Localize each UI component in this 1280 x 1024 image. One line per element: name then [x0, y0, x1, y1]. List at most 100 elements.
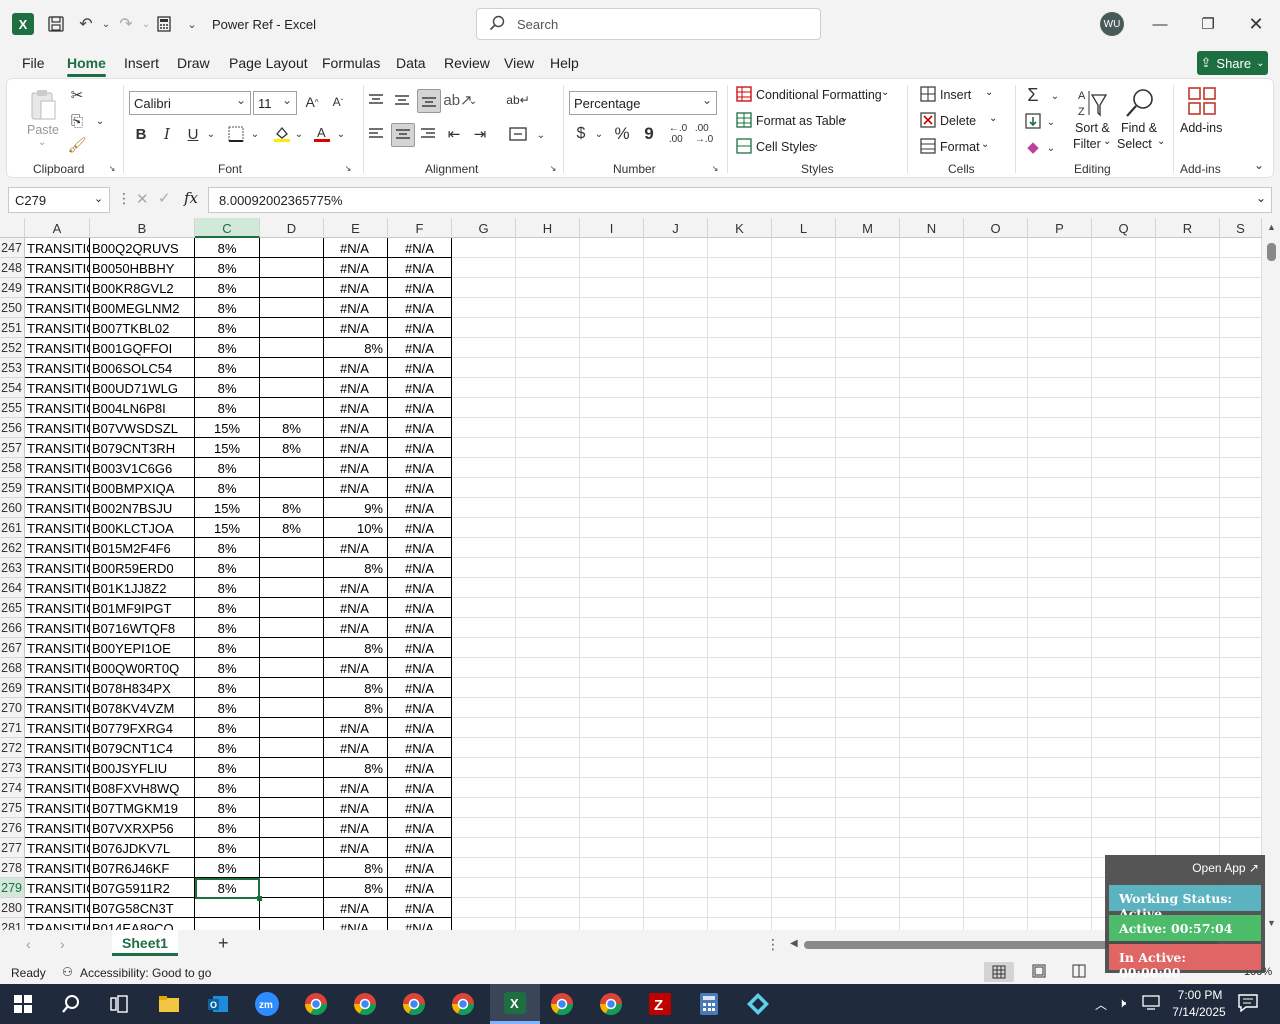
cell-a[interactable]: TRANSITIO	[25, 758, 90, 778]
search-taskbar-icon[interactable]	[52, 988, 90, 1020]
empty-cell[interactable]	[452, 778, 516, 798]
empty-cell[interactable]	[836, 478, 900, 498]
empty-cell[interactable]	[1092, 638, 1156, 658]
cell-a[interactable]: TRANSITIO	[25, 378, 90, 398]
accessibility-status[interactable]: Accessibility: Good to go	[80, 966, 211, 980]
empty-cell[interactable]	[452, 258, 516, 278]
calculator-taskbar-icon[interactable]	[690, 988, 728, 1020]
empty-cell[interactable]	[1220, 798, 1262, 818]
find-select-icon[interactable]	[1123, 85, 1157, 121]
empty-cell[interactable]	[1220, 678, 1262, 698]
empty-cell[interactable]	[1156, 738, 1220, 758]
empty-cell[interactable]	[1028, 498, 1092, 518]
empty-cell[interactable]	[452, 238, 516, 258]
empty-cell[interactable]	[516, 918, 580, 930]
empty-cell[interactable]	[452, 678, 516, 698]
empty-cell[interactable]	[1092, 598, 1156, 618]
empty-cell[interactable]	[772, 618, 836, 638]
empty-cell[interactable]	[1092, 298, 1156, 318]
empty-cell[interactable]	[772, 898, 836, 918]
empty-cell[interactable]	[1156, 578, 1220, 598]
format-painter-icon[interactable]: 🖌	[67, 135, 87, 155]
comma-style-button[interactable]: 9	[639, 123, 659, 145]
cell-d[interactable]	[260, 858, 324, 878]
empty-cell[interactable]	[644, 918, 708, 930]
empty-cell[interactable]	[516, 738, 580, 758]
cell-f[interactable]: #N/A	[388, 398, 452, 418]
cell-e[interactable]: #N/A	[324, 538, 388, 558]
empty-cell[interactable]	[772, 758, 836, 778]
empty-cell[interactable]	[644, 498, 708, 518]
empty-cell[interactable]	[708, 918, 772, 930]
cell-a[interactable]: TRANSITIO	[25, 258, 90, 278]
scroll-up-icon[interactable]: ▲	[1267, 222, 1276, 232]
cell-d[interactable]	[260, 398, 324, 418]
empty-cell[interactable]	[772, 598, 836, 618]
empty-cell[interactable]	[1220, 518, 1262, 538]
empty-cell[interactable]	[1156, 678, 1220, 698]
increase-font-icon[interactable]: A ^	[301, 91, 323, 113]
empty-cell[interactable]	[1092, 798, 1156, 818]
empty-cell[interactable]	[900, 278, 964, 298]
empty-cell[interactable]	[836, 238, 900, 258]
empty-cell[interactable]	[1220, 778, 1262, 798]
find-select-label-2[interactable]: Select	[1117, 137, 1152, 151]
cell-e[interactable]: #N/A	[324, 738, 388, 758]
empty-cell[interactable]	[836, 658, 900, 678]
empty-cell[interactable]	[452, 738, 516, 758]
empty-cell[interactable]	[1220, 458, 1262, 478]
cell-a[interactable]: TRANSITIO	[25, 858, 90, 878]
cell-styles-dropdown-icon[interactable]: ⌄	[811, 139, 819, 150]
empty-cell[interactable]	[580, 638, 644, 658]
cell-a[interactable]: TRANSITIO	[25, 678, 90, 698]
cell-f[interactable]: #N/A	[388, 358, 452, 378]
cell-b[interactable]: B002N7BSJU	[90, 498, 195, 518]
empty-cell[interactable]	[644, 518, 708, 538]
empty-cell[interactable]	[1156, 718, 1220, 738]
empty-cell[interactable]	[644, 258, 708, 278]
empty-cell[interactable]	[708, 398, 772, 418]
empty-cell[interactable]	[708, 458, 772, 478]
empty-cell[interactable]	[772, 918, 836, 930]
row-header[interactable]: 252	[0, 338, 25, 358]
empty-cell[interactable]	[580, 398, 644, 418]
scroll-thumb[interactable]	[1267, 243, 1276, 261]
cell-b[interactable]: B076JDKV7L	[90, 838, 195, 858]
row-header[interactable]: 248	[0, 258, 25, 278]
cell-e[interactable]: #N/A	[324, 458, 388, 478]
column-header-k[interactable]: K	[708, 218, 772, 238]
column-header-q[interactable]: Q	[1092, 218, 1156, 238]
empty-cell[interactable]	[836, 378, 900, 398]
empty-cell[interactable]	[516, 258, 580, 278]
format-table-dropdown-icon[interactable]: ⌄	[840, 113, 848, 124]
cell-e[interactable]: #N/A	[324, 658, 388, 678]
empty-cell[interactable]	[900, 638, 964, 658]
empty-cell[interactable]	[1156, 278, 1220, 298]
empty-cell[interactable]	[1028, 558, 1092, 578]
cell-e[interactable]: 8%	[324, 338, 388, 358]
empty-cell[interactable]	[1028, 438, 1092, 458]
delete-dropdown-icon[interactable]: ⌄	[989, 113, 997, 124]
cell-f[interactable]: #N/A	[388, 298, 452, 318]
collapse-ribbon-icon[interactable]: ⌄	[1251, 157, 1267, 173]
empty-cell[interactable]	[1028, 638, 1092, 658]
cell-b[interactable]: B079CNT1C4	[90, 738, 195, 758]
empty-cell[interactable]	[1028, 918, 1092, 930]
empty-cell[interactable]	[708, 858, 772, 878]
alignment-launcher-icon[interactable]: ↘	[548, 163, 558, 173]
delete-cells-icon[interactable]	[919, 111, 937, 129]
cell-f[interactable]: #N/A	[388, 318, 452, 338]
empty-cell[interactable]	[516, 338, 580, 358]
clear-dropdown-icon[interactable]: ⌄	[1045, 139, 1057, 157]
empty-cell[interactable]	[580, 598, 644, 618]
empty-cell[interactable]	[900, 818, 964, 838]
cell-c[interactable]: 8%	[195, 798, 260, 818]
cell-b[interactable]: B0779FXRG4	[90, 718, 195, 738]
cell-b[interactable]: B001GQFFOI	[90, 338, 195, 358]
empty-cell[interactable]	[1156, 758, 1220, 778]
empty-cell[interactable]	[708, 298, 772, 318]
empty-cell[interactable]	[1220, 238, 1262, 258]
empty-cell[interactable]	[644, 898, 708, 918]
empty-cell[interactable]	[708, 678, 772, 698]
empty-cell[interactable]	[1220, 318, 1262, 338]
